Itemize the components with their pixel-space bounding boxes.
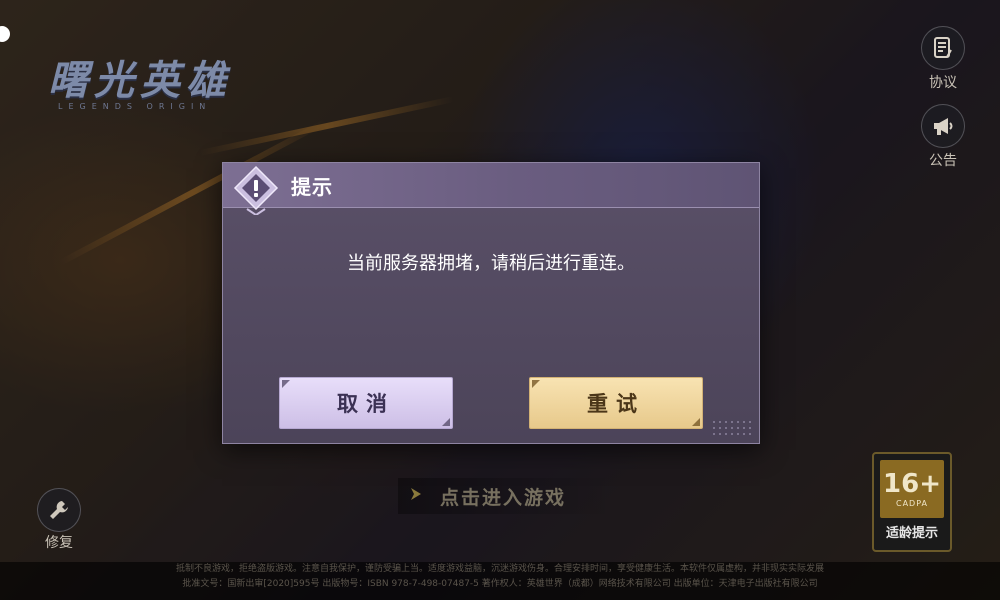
cancel-button[interactable]: 取消 [279,377,453,429]
age-rating-number: 16+ [883,468,941,499]
retry-button-label: 重试 [587,392,645,416]
footer-line-1: 抵制不良游戏，拒绝盗版游戏。注意自我保护，谨防受骗上当。适度游戏益脑，沉迷游戏伤… [175,564,824,574]
age-rating-box: 16+ CADPA [880,460,944,518]
enter-game-button[interactable]: 点击进入游戏 [398,478,618,514]
footer-line-2: 批准文号：国新出审[2020]595号 出版物号：ISBN 978-7-498-… [182,579,818,589]
server-busy-dialog: 提示 当前服务器拥堵，请稍后进行重连。 取消 重试 [222,162,760,444]
wrench-icon [37,488,81,532]
announcement-label: 公告 [929,153,957,169]
megaphone-icon [921,104,965,148]
agreement-button[interactable]: 协议 [918,26,968,92]
announcement-button[interactable]: 公告 [918,104,968,170]
enter-game-label: 点击进入游戏 [440,486,567,509]
footer-notice: 抵制不良游戏，拒绝盗版游戏。注意自我保护，谨防受骗上当。适度游戏益脑，沉迷游戏伤… [0,562,1000,600]
dialog-message: 当前服务器拥堵，请稍后进行重连。 [347,253,635,274]
retry-button[interactable]: 重试 [529,377,703,429]
repair-button[interactable]: 修复 [34,488,84,552]
age-rating-badge[interactable]: 16+ CADPA 适龄提示 [872,452,952,552]
age-rating-label: 适龄提示 [885,526,938,541]
dialog-title: 提示 [291,175,333,199]
repair-label: 修复 [45,535,73,551]
age-rating-org: CADPA [895,498,928,508]
game-logo: 曙光英雄 LEGENDS ORIGIN [48,48,308,118]
logo-subtitle: LEGENDS ORIGIN [58,102,212,111]
agreement-label: 协议 [929,75,957,91]
chevron-right-icon [408,486,424,506]
logo-title: 曙光英雄 [48,57,232,104]
document-icon [921,26,965,70]
cancel-button-label: 取消 [337,392,395,416]
warning-icon [233,165,279,217]
dialog-decoration [711,419,755,439]
